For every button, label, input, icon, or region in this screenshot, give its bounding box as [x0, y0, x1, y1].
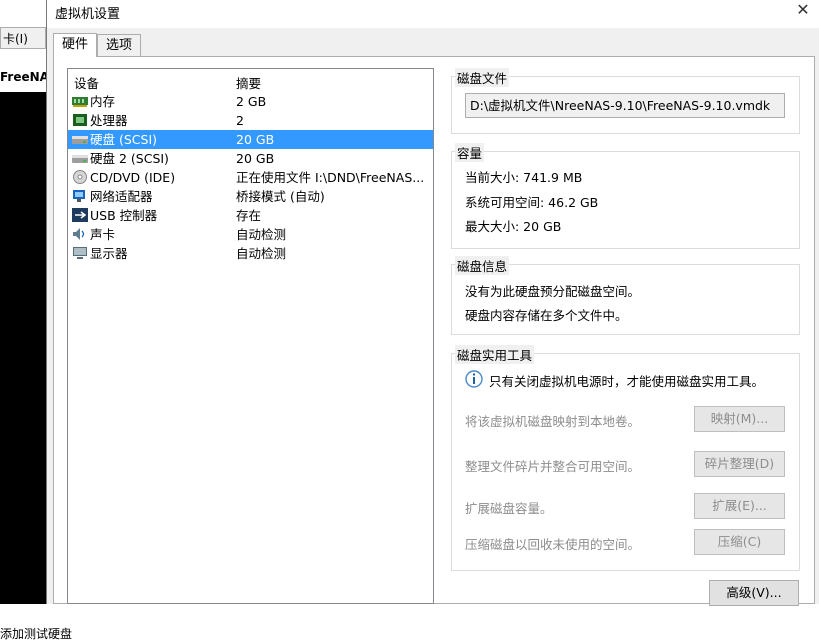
device-list[interactable]: 设备 摘要 内存 2 GB 处理器 2 硬盘 (SCSI) 20 GB 硬盘 2…: [67, 68, 434, 604]
tab-hardware[interactable]: 硬件: [53, 33, 97, 57]
title-bar: 虚拟机设置 ✕: [47, 0, 819, 28]
disk-utilities-title: 磁盘实用工具: [455, 345, 535, 364]
device-summary: 20 GB: [236, 151, 275, 166]
map-button[interactable]: 映射(M)...: [694, 406, 785, 432]
expand-button[interactable]: 扩展(E)...: [694, 493, 785, 519]
device-name: USB 控制器: [90, 208, 158, 223]
device-summary: 20 GB: [236, 132, 275, 147]
device-summary: 存在: [236, 208, 262, 223]
device-summary: 自动检测: [236, 227, 287, 242]
device-row-hard-disk-2[interactable]: 硬盘 2 (SCSI) 20 GB: [68, 149, 433, 168]
disk-info-line-2: 硬盘内容存储在多个文件中。: [465, 308, 628, 323]
hard-disk-icon: [72, 155, 88, 163]
device-summary: 2 GB: [236, 94, 267, 109]
device-name: 处理器: [90, 113, 128, 128]
close-icon[interactable]: ✕: [792, 0, 814, 20]
map-description: 将该虚拟机磁盘映射到本地卷。: [465, 414, 641, 429]
device-summary: 桥接模式 (自动): [236, 189, 325, 204]
tab-options[interactable]: 选项: [97, 34, 141, 56]
device-row-network-adapter[interactable]: 网络适配器 桥接模式 (自动): [68, 187, 433, 206]
compact-description: 压缩磁盘以回收未使用的空间。: [465, 537, 641, 552]
device-row-sound-card[interactable]: 声卡 自动检测: [68, 225, 433, 244]
device-name: 声卡: [90, 227, 116, 242]
device-summary: 2: [236, 113, 244, 128]
device-name: 硬盘 2 (SCSI): [90, 151, 169, 166]
device-row-memory[interactable]: 内存 2 GB: [68, 92, 433, 111]
device-name: CD/DVD (IDE): [90, 170, 176, 185]
device-name: 网络适配器: [90, 189, 153, 204]
available-space: 系统可用空间: 46.2 GB: [465, 195, 599, 210]
defragment-button[interactable]: 碎片整理(D): [694, 451, 785, 477]
network-adapter-icon: [73, 190, 85, 202]
device-row-display[interactable]: 显示器 自动检测: [68, 244, 433, 263]
cd-dvd-icon: [73, 170, 87, 184]
background-footer-text: 添加测试硬盘: [0, 627, 73, 641]
hard-disk-icon: [72, 136, 88, 144]
memory-icon: [72, 97, 88, 107]
disk-info-line-1: 没有为此硬盘预分配磁盘空间。: [465, 284, 641, 299]
display-icon: [73, 247, 87, 259]
disk-file-path-field[interactable]: D:\虚拟机文件\NreeNAS-9.10\FreeNAS-9.10.vmdk: [465, 93, 785, 118]
max-size: 最大大小: 20 GB: [465, 219, 562, 234]
sound-card-icon: [73, 228, 85, 240]
column-header-device[interactable]: 设备: [74, 73, 99, 92]
device-summary: 正在使用文件 I:\DND\FreeNAS...: [236, 170, 425, 185]
compact-button[interactable]: 压缩(C): [694, 529, 785, 555]
disk-info-title: 磁盘信息: [455, 256, 510, 275]
device-name: 硬盘 (SCSI): [90, 132, 158, 147]
advanced-button[interactable]: 高级(V)...: [709, 580, 799, 606]
device-name: 显示器: [90, 246, 128, 261]
device-row-hard-disk[interactable]: 硬盘 (SCSI) 20 GB: [68, 130, 433, 149]
current-size: 当前大小: 741.9 MB: [465, 170, 583, 185]
device-summary: 自动检测: [236, 246, 287, 261]
background-vm-tab[interactable]: FreeNAS: [0, 70, 46, 84]
vm-settings-dialog: 虚拟机设置 ✕ 硬件 选项 设备 摘要 内存 2 GB 处理器 2 硬盘 (SC…: [46, 0, 819, 606]
processor-icon: [73, 114, 87, 126]
info-icon: [465, 370, 483, 388]
defragment-description: 整理文件碎片并整合可用空间。: [465, 459, 641, 474]
capacity-title: 容量: [455, 143, 485, 162]
utilities-info-text: 只有关闭虚拟机电源时，才能使用磁盘实用工具。: [489, 374, 765, 389]
device-row-cd-dvd[interactable]: CD/DVD (IDE) 正在使用文件 I:\DND\FreeNAS...: [68, 168, 433, 187]
usb-icon: [72, 208, 88, 222]
column-header-summary[interactable]: 摘要: [236, 73, 261, 92]
background-menu-item[interactable]: 卡(I): [0, 27, 46, 49]
background-vm-console: [0, 92, 46, 604]
expand-description: 扩展磁盘容量。: [465, 501, 553, 516]
disk-file-title: 磁盘文件: [455, 68, 510, 87]
device-name: 内存: [90, 94, 116, 109]
dialog-title: 虚拟机设置: [55, 7, 121, 22]
device-row-processor[interactable]: 处理器 2: [68, 111, 433, 130]
device-row-usb-controller[interactable]: USB 控制器 存在: [68, 206, 433, 225]
